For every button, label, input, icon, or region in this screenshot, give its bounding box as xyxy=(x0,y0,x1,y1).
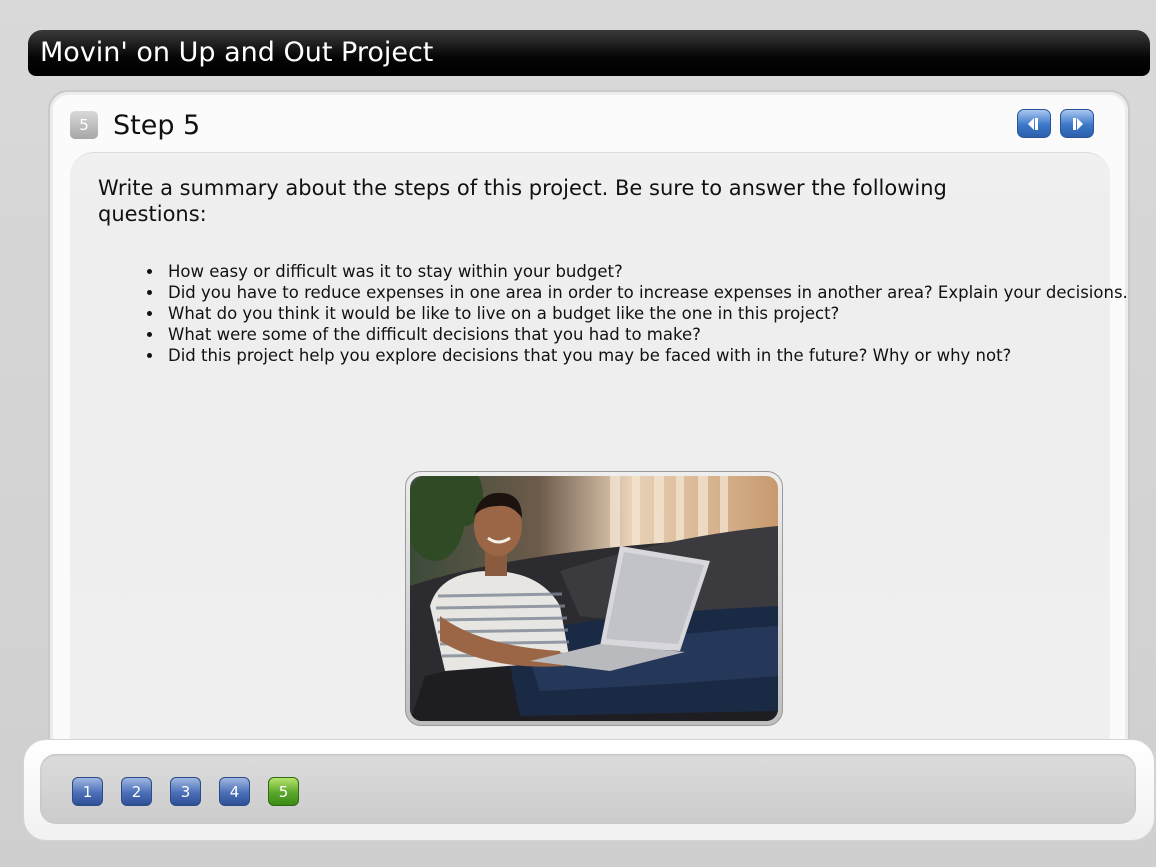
page-button-3[interactable]: 3 xyxy=(170,777,201,806)
previous-step-button[interactable] xyxy=(1017,109,1051,138)
list-item: Did you have to reduce expenses in one a… xyxy=(164,282,1134,303)
page-buttons: 1 2 3 4 5 xyxy=(72,777,299,806)
step-title: Step 5 xyxy=(113,109,201,141)
step-header: 5 Step 5 xyxy=(70,106,200,144)
page-button-2[interactable]: 2 xyxy=(121,777,152,806)
step-navigation xyxy=(1017,109,1094,138)
page-navigation-bar: 1 2 3 4 5 xyxy=(24,740,1154,840)
page-navigation-tray: 1 2 3 4 5 xyxy=(40,754,1136,824)
next-arrow-icon xyxy=(1073,117,1083,130)
page-button-4[interactable]: 4 xyxy=(219,777,250,806)
student-with-laptop-photo xyxy=(410,476,778,721)
app-title: Movin' on Up and Out Project xyxy=(28,30,1150,76)
student-photo-frame xyxy=(405,471,783,726)
list-item: How easy or difficult was it to stay wit… xyxy=(164,261,1134,282)
instructions-text: Write a summary about the steps of this … xyxy=(98,176,947,226)
question-list: How easy or difficult was it to stay wit… xyxy=(110,261,1134,366)
list-item: What do you think it would be like to li… xyxy=(164,303,1134,324)
page-button-5-active[interactable]: 5 xyxy=(268,777,299,806)
list-item: Did this project help you explore decisi… xyxy=(164,345,1134,366)
step-content: Write a summary about the steps of this … xyxy=(70,152,1128,768)
list-item: What were some of the difficult decision… xyxy=(164,324,1134,345)
next-step-button[interactable] xyxy=(1060,109,1094,138)
step-panel: 5 Step 5 Write a summary about the steps… xyxy=(48,90,1130,774)
page-button-1[interactable]: 1 xyxy=(72,777,103,806)
previous-arrow-icon xyxy=(1028,117,1038,130)
step-number-badge: 5 xyxy=(70,111,98,139)
